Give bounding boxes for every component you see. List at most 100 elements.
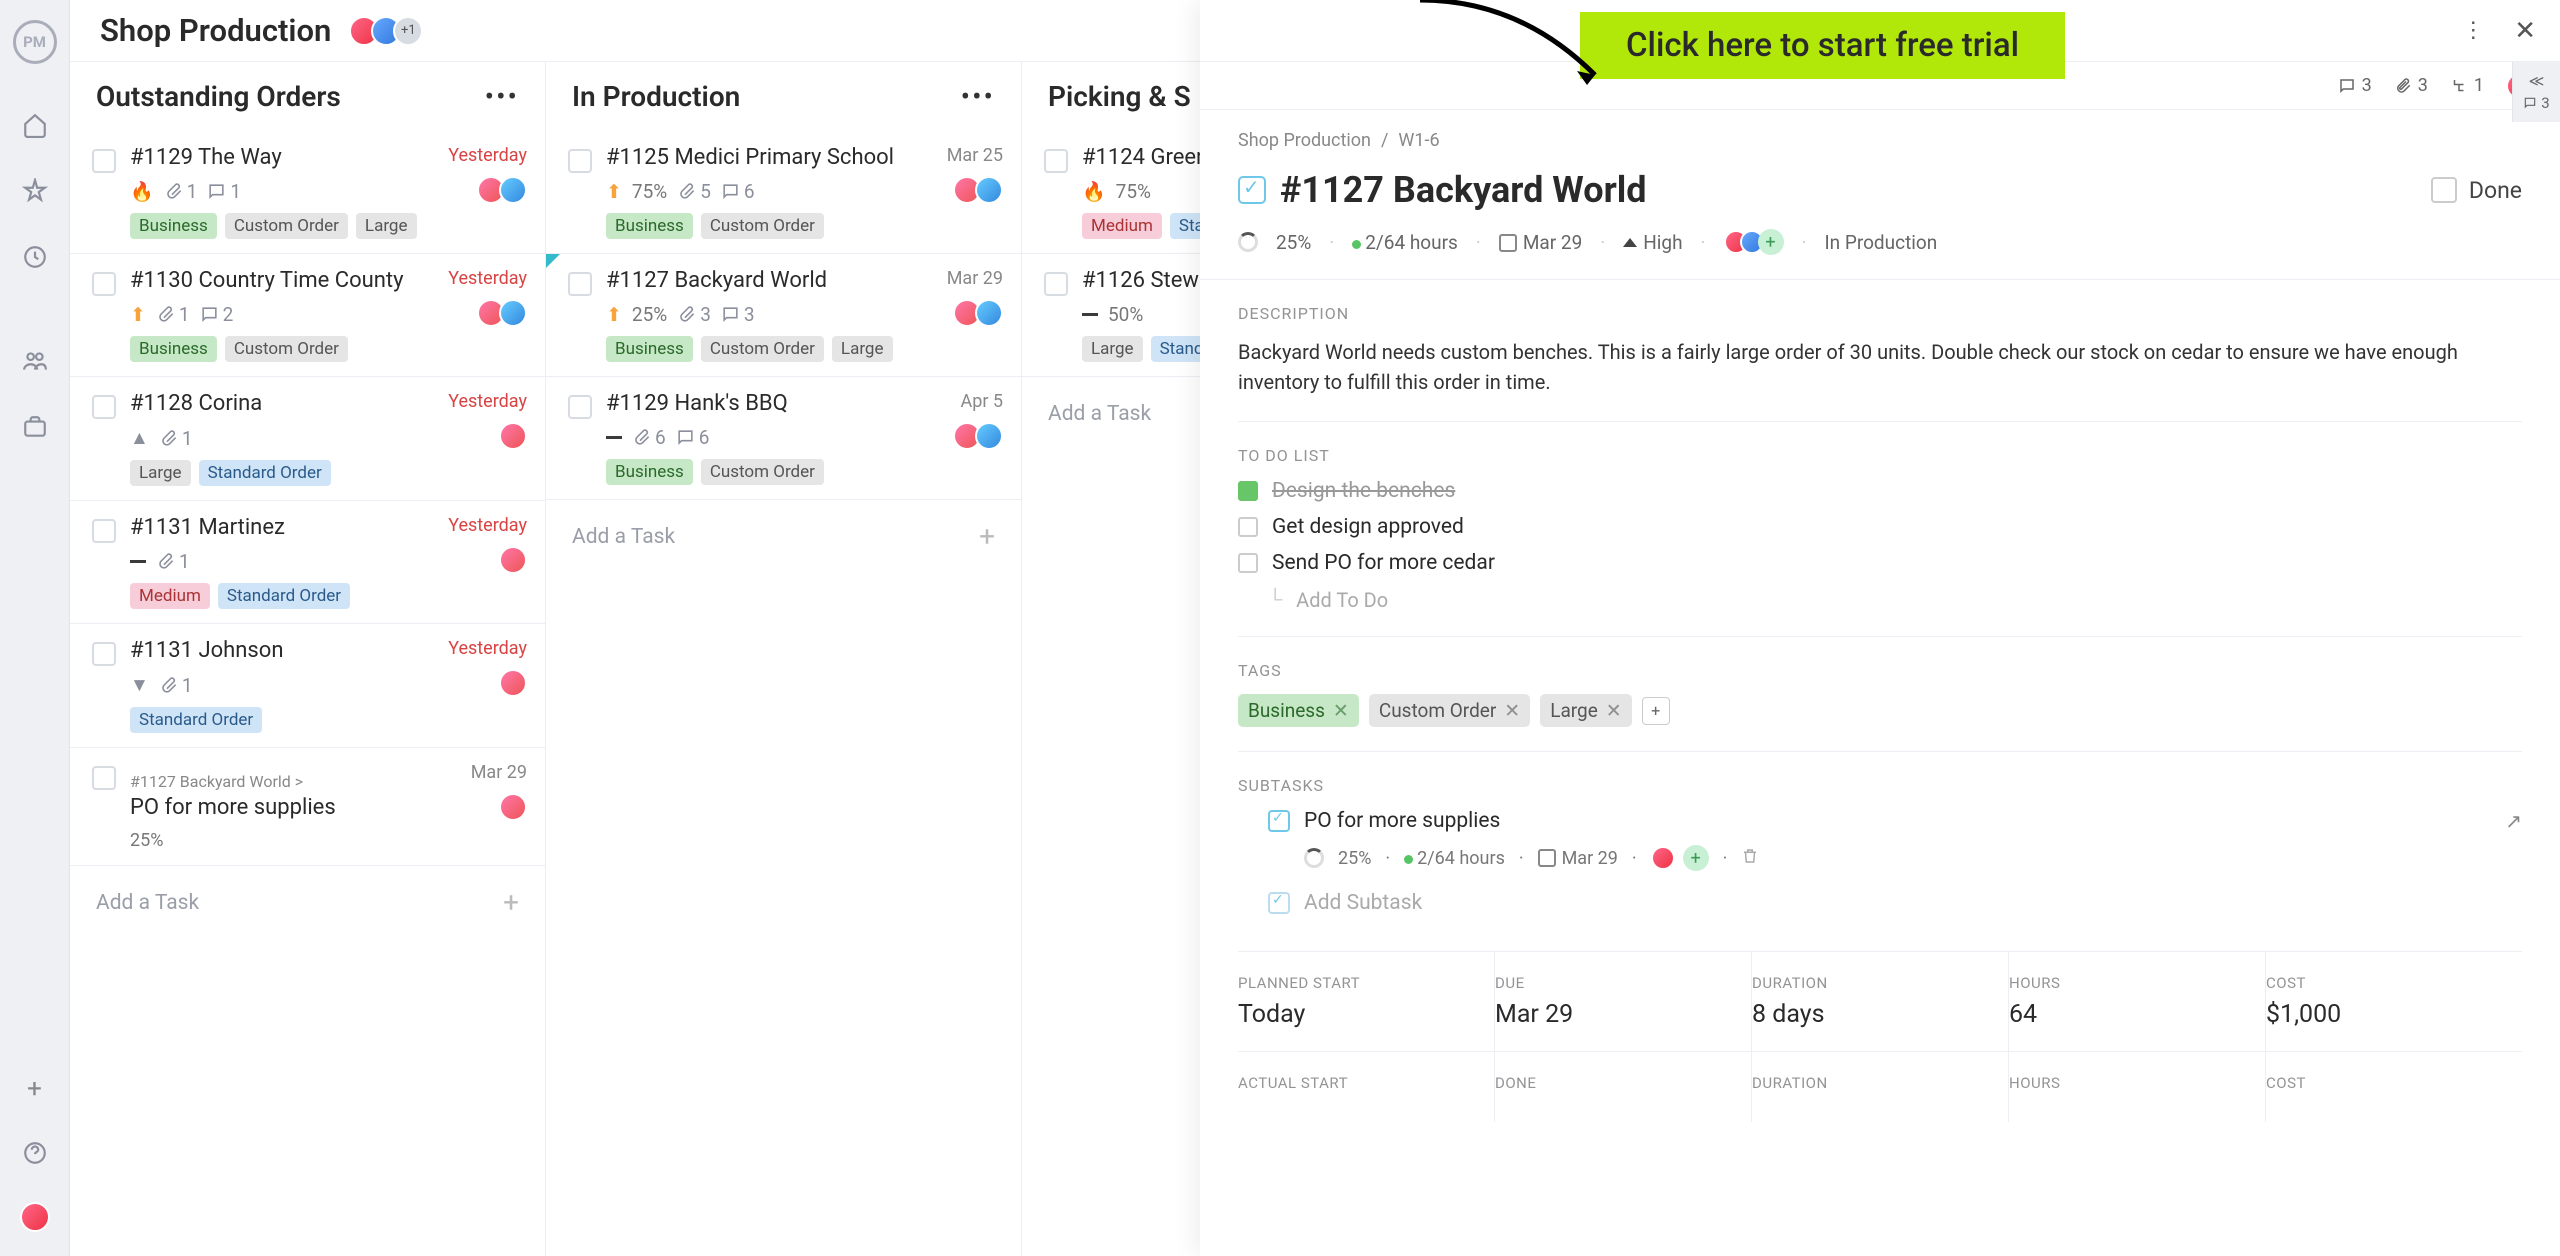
task-card[interactable]: #1128 Corina ▲1 LargeStandard Order Yest… — [70, 377, 545, 501]
task-checkbox[interactable] — [1238, 176, 1266, 204]
add-task[interactable]: Add a Task+ — [546, 500, 1021, 573]
attachment-icon: 1 — [159, 674, 193, 697]
task-checkbox[interactable] — [92, 395, 116, 419]
current-user-avatar[interactable] — [20, 1202, 50, 1232]
breadcrumb-item[interactable]: Shop Production — [1238, 130, 1371, 151]
clock-icon[interactable] — [22, 244, 48, 270]
star-icon[interactable] — [22, 178, 48, 204]
mark-done[interactable]: Done — [2431, 177, 2522, 204]
add-task[interactable]: Add a Task+ — [70, 866, 545, 939]
add-assignee-icon[interactable]: + — [1758, 229, 1784, 255]
task-checkbox[interactable] — [1044, 272, 1068, 296]
task-checkbox[interactable] — [92, 642, 116, 666]
task-description[interactable]: Backyard World needs custom benches. Thi… — [1238, 337, 2522, 397]
collapse-sidebar[interactable]: ≪ 3 — [2512, 62, 2560, 122]
task-checkbox[interactable] — [92, 149, 116, 173]
remove-tag-icon[interactable]: ✕ — [1333, 699, 1349, 722]
task-date: Yesterday — [448, 145, 527, 166]
attachments-count[interactable]: 3 — [2394, 75, 2428, 96]
task-title[interactable]: #1127 Backyard World — [1280, 169, 1647, 211]
avatar[interactable] — [1651, 846, 1675, 870]
todo-item[interactable]: Design the benches — [1238, 479, 2522, 503]
add-todo[interactable]: └Add To Do — [1238, 587, 2522, 612]
tag[interactable]: Business ✕ — [1238, 694, 1359, 727]
attachment-icon: 1 — [156, 550, 190, 573]
tag: Business — [130, 213, 217, 239]
priority[interactable]: High — [1623, 231, 1682, 254]
task-card[interactable]: #1131 Martinez 1 MediumStandard Order Ye… — [70, 501, 545, 624]
add-tag[interactable]: + — [1642, 697, 1670, 725]
tag: Business — [606, 336, 693, 362]
assignees — [505, 669, 527, 697]
delete-icon[interactable] — [1741, 847, 1759, 870]
subtasks-count[interactable]: 1 — [2450, 75, 2484, 96]
flame-icon: 🔥 — [130, 180, 154, 203]
detail-menu-icon[interactable]: ⋮ — [2462, 18, 2484, 43]
todo-item[interactable]: Send PO for more cedar — [1238, 551, 2522, 575]
stat-cell: ACTUAL START — [1238, 1052, 1495, 1122]
parent-task-ref[interactable]: #1127 Backyard World > — [130, 762, 457, 795]
subtask-checkbox[interactable] — [1268, 810, 1290, 832]
task-card[interactable]: #1130 Country Time County ⬆12 BusinessCu… — [70, 254, 545, 377]
left-nav-rail: PM + — [0, 0, 70, 1256]
section-label: TAGS — [1238, 661, 2522, 680]
task-checkbox[interactable] — [92, 272, 116, 296]
task-card[interactable]: #1127 Backyard World ⬆25%33 BusinessCust… — [546, 254, 1021, 377]
remove-tag-icon[interactable]: ✕ — [1504, 699, 1520, 722]
tag[interactable]: Custom Order ✕ — [1369, 694, 1530, 727]
free-trial-cta[interactable]: Click here to start free trial — [1580, 12, 2065, 79]
status[interactable]: In Production — [1824, 231, 1937, 254]
todo-checkbox[interactable] — [1238, 481, 1258, 501]
section-label: TO DO LIST — [1238, 446, 2522, 465]
task-title: #1129 The Way — [130, 145, 434, 170]
tag[interactable]: Large ✕ — [1540, 694, 1632, 727]
todo-item[interactable]: Get design approved — [1238, 515, 2522, 539]
assignees — [483, 299, 527, 327]
project-members[interactable]: +1 — [349, 16, 423, 46]
assignees — [505, 546, 527, 574]
task-card[interactable]: #1129 Hank's BBQ 66 BusinessCustom Order… — [546, 377, 1021, 500]
task-card[interactable]: #1129 The Way 🔥11 BusinessCustom OrderLa… — [70, 131, 545, 254]
due-date[interactable]: Mar 29 — [1523, 231, 1582, 254]
assignees[interactable]: + — [1724, 229, 1784, 255]
remove-tag-icon[interactable]: ✕ — [1606, 699, 1622, 722]
tag: Business — [130, 336, 217, 362]
home-icon[interactable] — [22, 112, 48, 138]
add-subtask[interactable]: Add Subtask — [1304, 891, 1422, 915]
plus-icon: + — [503, 886, 519, 919]
briefcase-icon[interactable] — [22, 414, 48, 440]
progress-pct: 75% — [1116, 180, 1151, 203]
team-icon[interactable] — [22, 348, 48, 374]
active-indicator — [546, 254, 560, 268]
task-card[interactable]: #1127 Backyard World > PO for more suppl… — [70, 748, 545, 866]
flame-icon: 🔥 — [1082, 180, 1106, 203]
task-checkbox[interactable] — [568, 272, 592, 296]
add-assignee-icon[interactable]: + — [1683, 845, 1709, 871]
app-logo[interactable]: PM — [13, 20, 57, 64]
column-menu-icon[interactable]: ••• — [961, 80, 995, 113]
task-checkbox[interactable] — [92, 519, 116, 543]
tag: Large — [130, 460, 191, 486]
priority-icon: ▲ — [130, 426, 149, 450]
comments-count[interactable]: 3 — [2338, 75, 2372, 96]
help-icon[interactable] — [22, 1140, 48, 1166]
tag: Standard Order — [218, 583, 350, 609]
todo-checkbox[interactable] — [1238, 553, 1258, 573]
priority-up-icon: ⬆ — [606, 303, 622, 326]
task-checkbox[interactable] — [92, 766, 116, 790]
breadcrumb-item[interactable]: W1-6 — [1398, 130, 1439, 151]
task-checkbox[interactable] — [568, 149, 592, 173]
priority-none-icon — [606, 436, 622, 439]
close-icon[interactable]: ✕ — [2514, 16, 2536, 46]
add-icon[interactable]: + — [27, 1074, 42, 1104]
task-card[interactable]: #1131 Johnson ▼1 Standard Order Yesterda… — [70, 624, 545, 748]
column-menu-icon[interactable]: ••• — [485, 80, 519, 113]
stat-cell: COST — [2266, 1052, 2522, 1122]
progress-icon — [1304, 848, 1324, 868]
task-card[interactable]: #1125 Medici Primary School ⬆75%56 Busin… — [546, 131, 1021, 254]
open-subtask-icon[interactable]: ↗ — [2505, 809, 2522, 833]
subtask-title[interactable]: PO for more supplies — [1304, 809, 1500, 833]
task-checkbox[interactable] — [568, 395, 592, 419]
task-checkbox[interactable] — [1044, 149, 1068, 173]
todo-checkbox[interactable] — [1238, 517, 1258, 537]
